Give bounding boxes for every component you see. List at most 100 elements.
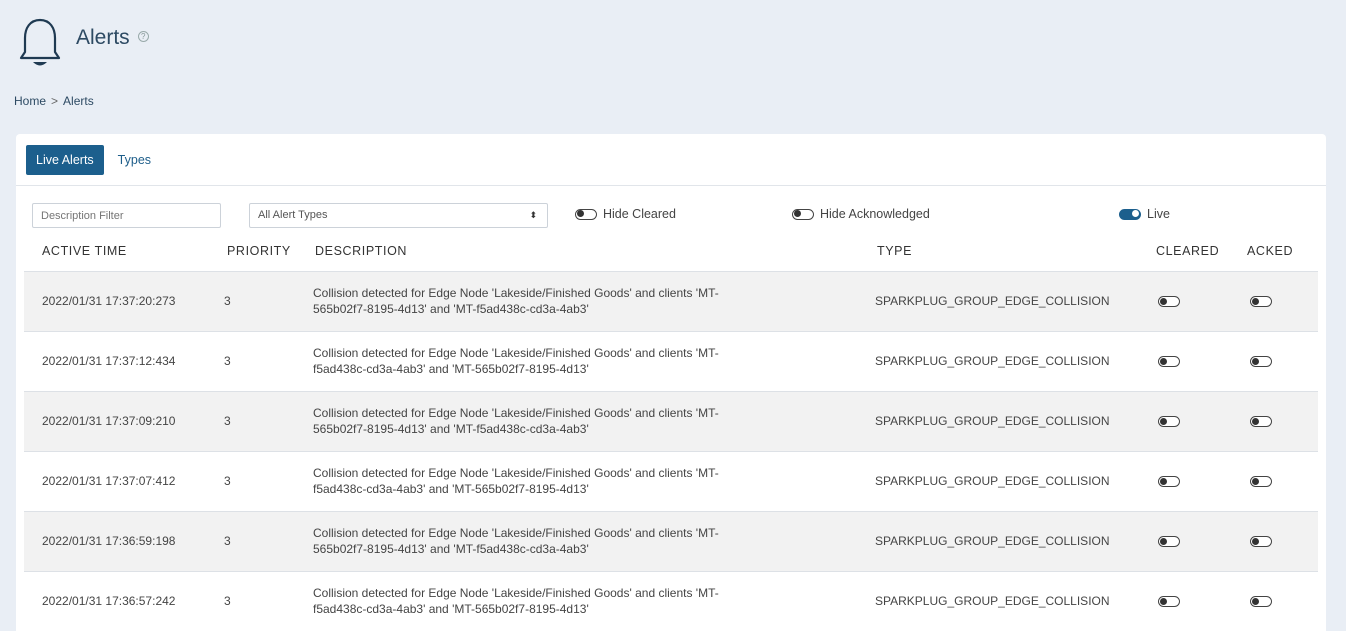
cleared-toggle[interactable] — [1158, 476, 1180, 490]
cell-active-time: 2022/01/31 17:37:09:210 — [42, 414, 176, 428]
cleared-toggle[interactable] — [1158, 596, 1180, 610]
cell-type: SPARKPLUG_GROUP_EDGE_COLLISION — [875, 294, 1110, 308]
description-line-2: f5ad438c-cd3a-4ab3' and 'MT-565b02f7-819… — [313, 362, 589, 376]
cleared-toggle[interactable] — [1158, 296, 1180, 310]
header-acked[interactable]: ACKED — [1247, 244, 1293, 258]
cell-description: Collision detected for Edge Node 'Lakesi… — [313, 345, 833, 377]
acked-toggle[interactable] — [1250, 596, 1272, 610]
acked-toggle[interactable] — [1250, 536, 1272, 550]
alert-type-select[interactable]: All Alert Types ⬍ — [249, 203, 548, 228]
description-line-1: Collision detected for Edge Node 'Lakesi… — [313, 466, 719, 480]
description-line-1: Collision detected for Edge Node 'Lakesi… — [313, 346, 719, 360]
filter-bar: All Alert Types ⬍ Hide Cleared Hide Ackn… — [16, 203, 1326, 229]
alerts-table-body: 2022/01/31 17:37:20:273 3 Collision dete… — [24, 271, 1318, 631]
cell-active-time: 2022/01/31 17:36:59:198 — [42, 534, 176, 548]
acked-toggle[interactable] — [1250, 356, 1272, 370]
live-switch[interactable] — [1119, 208, 1141, 220]
hide-acknowledged-toggle[interactable]: Hide Acknowledged — [792, 207, 930, 221]
breadcrumb-home[interactable]: Home — [14, 94, 46, 108]
header-cleared[interactable]: CLEARED — [1156, 244, 1219, 258]
acked-switch[interactable] — [1250, 296, 1272, 307]
alert-type-selected-value: All Alert Types — [258, 209, 328, 221]
description-line-1: Collision detected for Edge Node 'Lakesi… — [313, 586, 719, 600]
breadcrumb: Home > Alerts — [14, 94, 94, 108]
alerts-panel: Live Alerts Types All Alert Types ⬍ Hide… — [16, 134, 1326, 631]
cleared-toggle[interactable] — [1158, 356, 1180, 370]
breadcrumb-separator: > — [51, 94, 59, 108]
cell-type: SPARKPLUG_GROUP_EDGE_COLLISION — [875, 534, 1110, 548]
acked-toggle[interactable] — [1250, 416, 1272, 430]
table-row[interactable]: 2022/01/31 17:37:12:434 3 Collision dete… — [24, 331, 1318, 391]
acked-switch[interactable] — [1250, 476, 1272, 487]
page-title-text: Alerts — [76, 26, 130, 49]
cell-priority: 3 — [224, 354, 231, 368]
page-title: Alerts? — [76, 26, 149, 50]
table-row[interactable]: 2022/01/31 17:37:20:273 3 Collision dete… — [24, 271, 1318, 331]
cell-description: Collision detected for Edge Node 'Lakesi… — [313, 585, 833, 617]
hide-cleared-toggle[interactable]: Hide Cleared — [575, 207, 676, 221]
acked-switch[interactable] — [1250, 356, 1272, 367]
cell-priority: 3 — [224, 594, 231, 608]
cell-priority: 3 — [224, 474, 231, 488]
cell-type: SPARKPLUG_GROUP_EDGE_COLLISION — [875, 354, 1110, 368]
table-row[interactable]: 2022/01/31 17:37:07:412 3 Collision dete… — [24, 451, 1318, 511]
cleared-switch[interactable] — [1158, 356, 1180, 367]
header-description[interactable]: DESCRIPTION — [315, 244, 407, 258]
hide-acknowledged-switch[interactable] — [792, 208, 814, 220]
acked-switch[interactable] — [1250, 596, 1272, 607]
acked-switch[interactable] — [1250, 536, 1272, 547]
tab-bar: Live Alerts Types — [16, 134, 1326, 186]
header-type[interactable]: TYPE — [877, 244, 912, 258]
cell-priority: 3 — [224, 534, 231, 548]
cell-description: Collision detected for Edge Node 'Lakesi… — [313, 405, 833, 437]
hide-cleared-label: Hide Cleared — [603, 207, 676, 221]
cell-active-time: 2022/01/31 17:36:57:242 — [42, 594, 176, 608]
table-header: ACTIVE TIME PRIORITY DESCRIPTION TYPE CL… — [16, 242, 1326, 268]
cleared-switch[interactable] — [1158, 296, 1180, 307]
description-line-2: 565b02f7-8195-4d13' and 'MT-f5ad438c-cd3… — [313, 302, 589, 316]
cell-description: Collision detected for Edge Node 'Lakesi… — [313, 525, 833, 557]
header-active-time[interactable]: ACTIVE TIME — [42, 244, 127, 258]
cell-active-time: 2022/01/31 17:37:20:273 — [42, 294, 176, 308]
cell-description: Collision detected for Edge Node 'Lakesi… — [313, 465, 833, 497]
table-row[interactable]: 2022/01/31 17:37:09:210 3 Collision dete… — [24, 391, 1318, 451]
cell-active-time: 2022/01/31 17:37:12:434 — [42, 354, 176, 368]
cleared-toggle[interactable] — [1158, 536, 1180, 550]
sort-caret-icon: ⬍ — [529, 210, 537, 220]
page-header: Alerts? — [18, 14, 149, 74]
description-line-2: f5ad438c-cd3a-4ab3' and 'MT-565b02f7-819… — [313, 482, 589, 496]
description-line-2: 565b02f7-8195-4d13' and 'MT-f5ad438c-cd3… — [313, 542, 589, 556]
description-line-1: Collision detected for Edge Node 'Lakesi… — [313, 286, 719, 300]
description-line-2: 565b02f7-8195-4d13' and 'MT-f5ad438c-cd3… — [313, 422, 589, 436]
hide-cleared-switch[interactable] — [575, 208, 597, 220]
cell-priority: 3 — [224, 294, 231, 308]
breadcrumb-current: Alerts — [63, 94, 94, 108]
tab-types[interactable]: Types — [108, 145, 161, 175]
hide-acknowledged-label: Hide Acknowledged — [820, 207, 930, 221]
bell-icon — [19, 18, 61, 66]
cleared-switch[interactable] — [1158, 536, 1180, 547]
cell-priority: 3 — [224, 414, 231, 428]
cell-description: Collision detected for Edge Node 'Lakesi… — [313, 285, 833, 317]
live-toggle[interactable]: Live — [1119, 207, 1170, 221]
table-row[interactable]: 2022/01/31 17:36:59:198 3 Collision dete… — [24, 511, 1318, 571]
help-icon[interactable]: ? — [137, 30, 149, 42]
header-priority[interactable]: PRIORITY — [227, 244, 291, 258]
cell-active-time: 2022/01/31 17:37:07:412 — [42, 474, 176, 488]
cleared-switch[interactable] — [1158, 476, 1180, 487]
cell-type: SPARKPLUG_GROUP_EDGE_COLLISION — [875, 594, 1110, 608]
acked-switch[interactable] — [1250, 416, 1272, 427]
table-row[interactable]: 2022/01/31 17:36:57:242 3 Collision dete… — [24, 571, 1318, 631]
acked-toggle[interactable] — [1250, 476, 1272, 490]
acked-toggle[interactable] — [1250, 296, 1272, 310]
cleared-switch[interactable] — [1158, 416, 1180, 427]
description-line-1: Collision detected for Edge Node 'Lakesi… — [313, 526, 719, 540]
cleared-switch[interactable] — [1158, 596, 1180, 607]
description-line-1: Collision detected for Edge Node 'Lakesi… — [313, 406, 719, 420]
description-filter-input[interactable] — [32, 203, 221, 228]
cell-type: SPARKPLUG_GROUP_EDGE_COLLISION — [875, 414, 1110, 428]
tab-live-alerts[interactable]: Live Alerts — [26, 144, 104, 175]
description-line-2: f5ad438c-cd3a-4ab3' and 'MT-565b02f7-819… — [313, 602, 589, 616]
cell-type: SPARKPLUG_GROUP_EDGE_COLLISION — [875, 474, 1110, 488]
cleared-toggle[interactable] — [1158, 416, 1180, 430]
